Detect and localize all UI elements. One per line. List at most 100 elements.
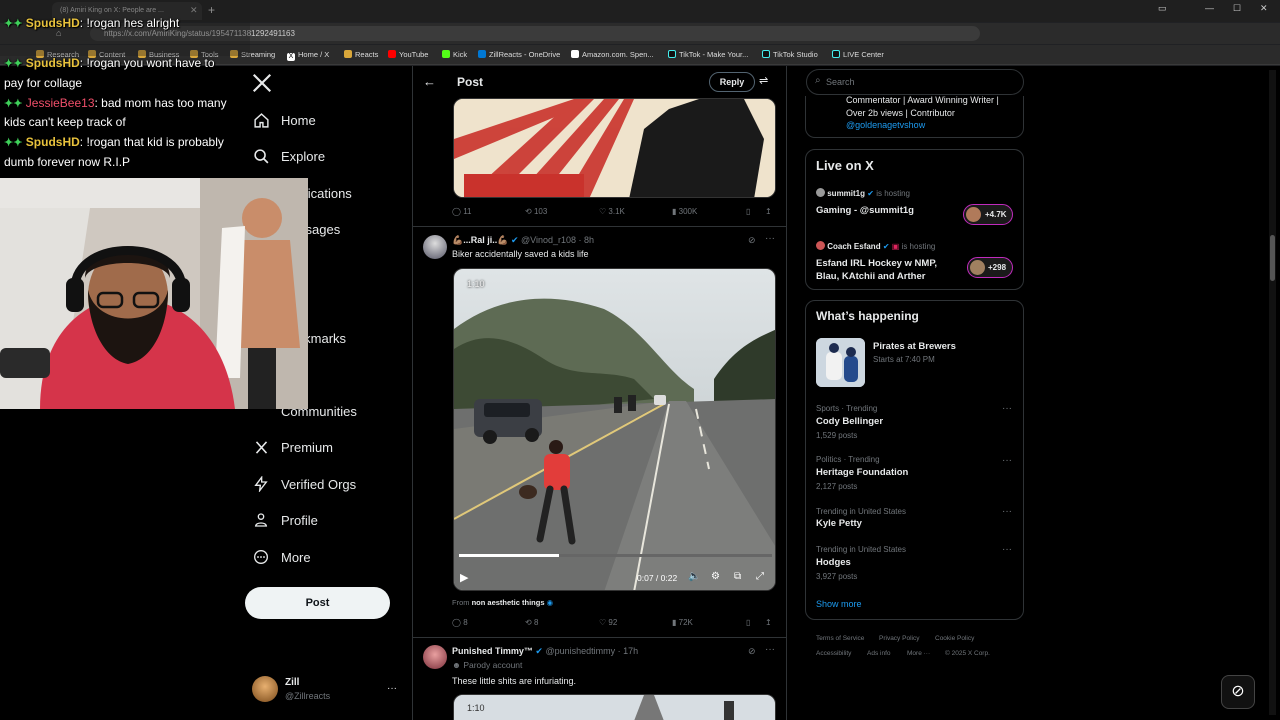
maximize-icon[interactable]: ☐ [1233,3,1241,14]
bio-line: Commentator | Award Winning Writer | [846,95,999,105]
footer-link[interactable]: Cookie Policy [935,635,974,642]
nav-home[interactable]: Home [252,106,316,134]
nav-label: Premium [281,439,334,455]
picture-in-picture-icon[interactable]: ⧉ [734,571,741,582]
trend-meta: Trending in United States [816,545,906,554]
search-input[interactable]: Search [826,77,855,87]
bookmark-item[interactable]: Reacts [344,50,378,59]
bookmark-action-icon[interactable]: ▯ [746,618,750,627]
divider [413,226,786,227]
nav-verified-orgs[interactable]: Verified Orgs [252,470,356,498]
grok-icon[interactable]: ⊘ [748,646,756,657]
tweet-more-icon[interactable]: ··· [765,644,775,655]
nav-profile[interactable]: Profile [252,506,318,534]
bookmark-item[interactable]: TikTok - Make Your... [668,50,748,59]
reply-action[interactable]: ◯ 8 [452,618,468,627]
parody-label: ☻ Parody account [452,660,523,670]
bookmark-item[interactable]: YouTube [388,50,428,59]
trend-more-icon[interactable]: ··· [1002,506,1012,517]
live-host-line[interactable]: summit1g ✔ is hosting [816,188,910,198]
bookmark-item[interactable]: LIVE Center [832,50,884,59]
event-name[interactable]: Pirates at Brewers [873,341,956,352]
settings-gear-icon[interactable]: ⚙ [711,571,720,582]
footer-link[interactable]: Privacy Policy [879,635,919,642]
trend-name[interactable]: Heritage Foundation [816,467,908,478]
source-name[interactable]: non aesthetic things [472,598,545,607]
filter-icon[interactable]: ⇌ [759,74,768,87]
nav-premium[interactable]: Premium [252,433,333,461]
retweet-action[interactable]: ⟲ 8 [525,618,538,627]
reply-action[interactable]: ◯ 11 [452,207,472,216]
bio-link[interactable]: @goldenagetvshow [846,120,925,130]
mask-icon: ☻ [452,660,461,670]
bookmark-item[interactable]: TikTok Studio [762,50,818,59]
chat-message: pay for collage [4,76,83,90]
trend-more-icon[interactable]: ··· [1002,544,1012,555]
event-image[interactable] [816,338,865,387]
bookmark-action-icon[interactable]: ▯ [746,207,750,216]
live-title-text[interactable]: Esfand IRL Hockey w NMP, [816,258,937,269]
chat-message: kids can't keep track of [4,115,126,129]
back-arrow-icon[interactable]: ← [423,74,436,89]
trend-name[interactable]: Cody Bellinger [816,416,883,427]
happening-title: What’s happening [816,309,919,323]
author-name[interactable]: Punished Timmy™ [452,646,533,656]
scrollbar-thumb[interactable] [1270,235,1275,281]
footer-link[interactable]: Ads info [867,650,891,657]
chat-badge-icon: ✦✦ [4,98,23,110]
author-avatar[interactable] [423,645,447,669]
grok-icon[interactable]: ⊘ [748,235,756,246]
account-avatar[interactable] [252,676,278,702]
live-title-text[interactable]: Blau, KAtchii and Arther [816,271,925,282]
event-time: Starts at 7:40 PM [873,355,935,364]
live-title-text[interactable]: Gaming - @summit1g [816,205,914,216]
share-action-icon[interactable]: ↥ [765,618,772,627]
views-action[interactable]: ▮ 300K [672,207,697,216]
scrollbar-track[interactable] [1269,70,1276,715]
bookmark-item[interactable]: Amazon.com. Spen... [571,50,654,59]
video-time: 0:07 / 0:22 [637,573,678,583]
like-action[interactable]: ♡ 92 [599,618,617,627]
account-menu-icon[interactable]: ··· [387,683,397,694]
minimize-icon[interactable]: — [1205,3,1214,13]
home-icon [252,111,270,129]
footer-link[interactable]: Accessibility [816,650,851,657]
like-action[interactable]: ♡ 3.1K [599,207,625,216]
play-icon[interactable]: ▶ [460,571,468,584]
sidebar-toggle-icon[interactable]: ▭ [1158,3,1167,14]
fullscreen-icon[interactable]: ⤢ [756,571,764,582]
live-host-line[interactable]: Coach Esfand ✔ ▣ is hosting [816,241,935,251]
tweet-video[interactable] [453,694,776,720]
author-avatar[interactable] [423,235,447,259]
author-name[interactable]: 💪🏽...Ral ji..💪🏽 [452,235,508,245]
trend-name[interactable]: Hodges [816,557,851,568]
reply-button[interactable]: Reply [709,72,755,92]
share-action-icon[interactable]: ↥ [765,207,772,216]
footer-link[interactable]: More ··· [907,650,930,657]
close-window-icon[interactable]: ✕ [1260,3,1268,14]
tweet-image[interactable] [453,98,776,198]
video-timestamp-overlay: 1:10 [467,703,485,713]
bookmark-item[interactable]: Kick [442,50,467,59]
nav-more[interactable]: More [252,543,311,571]
trend-name[interactable]: Kyle Petty [816,518,862,529]
grok-button[interactable]: ⊘ [1221,675,1255,709]
post-button[interactable]: Post [245,587,390,619]
tweet-more-icon[interactable]: ··· [765,233,775,244]
trend-more-icon[interactable]: ··· [1002,455,1012,466]
footer-link[interactable]: Terms of Service [816,635,864,642]
views-action[interactable]: ▮ 72K [672,618,693,627]
author-handle[interactable]: @punishedtimmy [545,646,615,656]
x-logo-icon[interactable] [252,73,272,93]
show-more-link[interactable]: Show more [816,599,862,609]
chat-message: dumb forever now R.I.P [4,155,131,169]
retweet-action[interactable]: ⟲ 103 [525,207,547,216]
nav-explore[interactable]: Explore [252,142,325,170]
bookmark-item[interactable]: X Home / X [287,50,329,61]
bookmark-item[interactable]: ZillReacts - OneDrive [478,50,560,59]
trend-more-icon[interactable]: ··· [1002,403,1012,414]
person-icon [252,511,270,529]
volume-icon[interactable]: 🔈 [688,571,700,582]
author-handle[interactable]: @Vinod_r108 [521,235,576,245]
tweet-video[interactable] [453,268,776,591]
